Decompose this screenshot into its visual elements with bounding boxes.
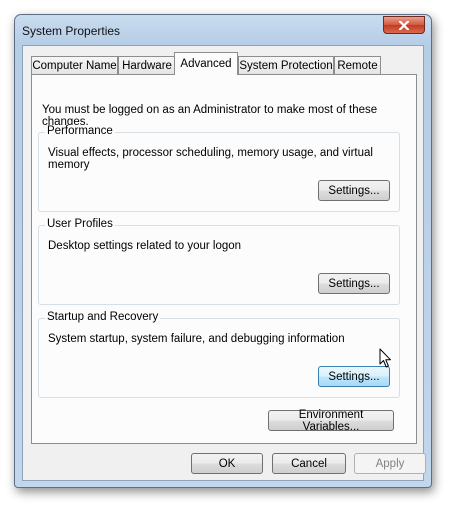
- performance-title: Performance: [45, 125, 115, 137]
- cancel-button[interactable]: Cancel: [272, 453, 346, 474]
- tab-advanced[interactable]: Advanced: [174, 52, 238, 75]
- tab-label: System Protection: [239, 59, 333, 72]
- tab-remote[interactable]: Remote: [334, 56, 381, 74]
- dialog-client-area: Computer Name Hardware Advanced System P…: [22, 45, 426, 481]
- window-title: System Properties: [22, 24, 121, 38]
- user-profiles-settings-button[interactable]: Settings...: [318, 273, 390, 294]
- performance-group: Performance Visual effects, processor sc…: [38, 125, 400, 212]
- user-profiles-description: Desktop settings related to your logon: [48, 240, 242, 252]
- performance-settings-button[interactable]: Settings...: [318, 180, 390, 201]
- startup-recovery-description: System startup, system failure, and debu…: [48, 333, 345, 345]
- startup-recovery-group: Startup and Recovery System startup, sys…: [38, 311, 400, 398]
- close-button[interactable]: [383, 16, 425, 34]
- mouse-pointer-icon: [379, 348, 391, 368]
- tab-computer-name[interactable]: Computer Name: [31, 56, 118, 74]
- environment-variables-button[interactable]: Environment Variables...: [268, 409, 394, 433]
- tab-label: Hardware: [122, 59, 172, 72]
- tab-label: Advanced: [180, 58, 232, 70]
- user-profiles-group: User Profiles Desktop settings related t…: [38, 218, 400, 305]
- tab-label: Computer Name: [32, 59, 117, 72]
- system-properties-window: System Properties Computer Name Hardware…: [14, 14, 432, 488]
- ok-button[interactable]: OK: [191, 453, 263, 474]
- apply-button[interactable]: Apply: [354, 453, 426, 474]
- tab-hardware[interactable]: Hardware: [118, 56, 176, 74]
- tab-system-protection[interactable]: System Protection: [238, 56, 334, 74]
- title-bar[interactable]: System Properties: [15, 15, 431, 45]
- performance-description: Visual effects, processor scheduling, me…: [48, 147, 373, 171]
- tab-label: Remote: [337, 59, 378, 72]
- user-profiles-title: User Profiles: [45, 218, 115, 230]
- advanced-tab-panel: You must be logged on as an Administrato…: [31, 74, 417, 444]
- startup-recovery-settings-button[interactable]: Settings...: [318, 366, 390, 387]
- startup-recovery-title: Startup and Recovery: [45, 311, 161, 323]
- close-x-icon: [399, 20, 409, 30]
